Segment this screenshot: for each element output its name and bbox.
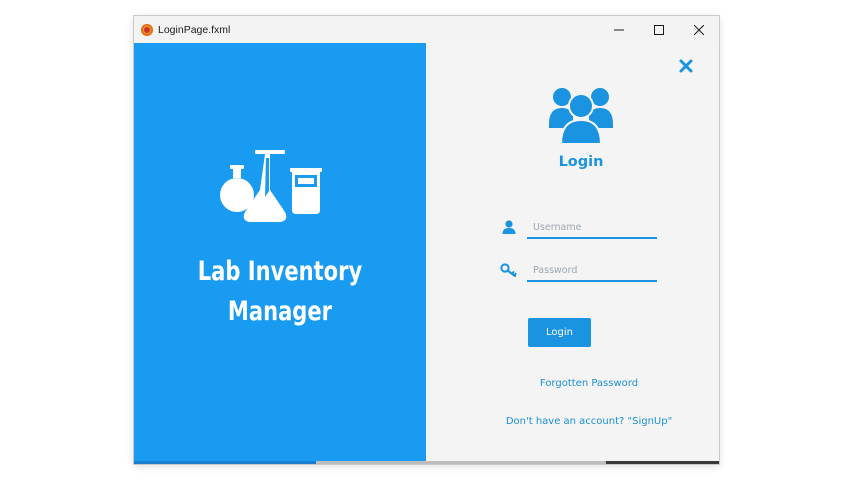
close-window-button[interactable] [679,16,719,43]
close-icon[interactable] [678,58,694,74]
key-icon [500,263,517,277]
window-title: LoginPage.fxml [158,23,231,36]
forgot-password-link[interactable]: Forgotten Password [426,378,719,389]
maximize-icon [654,24,664,35]
login-button[interactable]: Login [528,318,591,347]
username-input[interactable] [527,217,657,239]
minimize-button[interactable] [599,16,639,43]
maximize-button[interactable] [639,16,679,43]
login-panel: Login Login Forgotten Password Don't hav… [426,43,719,461]
password-input[interactable] [527,260,657,282]
signup-link[interactable]: Don't have an account? "SignUp" [426,416,719,427]
login-heading: Login [558,154,604,170]
user-icon [502,220,516,234]
users-group-icon [549,88,613,145]
title-bar[interactable]: LoginPage.fxml [134,16,719,43]
app-window: LoginPage.fxml Lab Inventory Manager Log… [134,16,719,464]
close-window-icon [694,24,704,35]
brand-panel: Lab Inventory Manager [134,43,426,461]
app-logo-icon [141,23,153,36]
window-bottom-border [134,461,719,464]
lab-flasks-icon [220,150,322,222]
bottom-border-accent [134,461,316,464]
brand-title-line-2: Manager [227,296,333,327]
brand-title-line-1: Lab Inventory [197,256,363,287]
bottom-border-scroll [316,461,606,464]
minimize-icon [614,29,624,30]
window-controls [599,16,719,43]
